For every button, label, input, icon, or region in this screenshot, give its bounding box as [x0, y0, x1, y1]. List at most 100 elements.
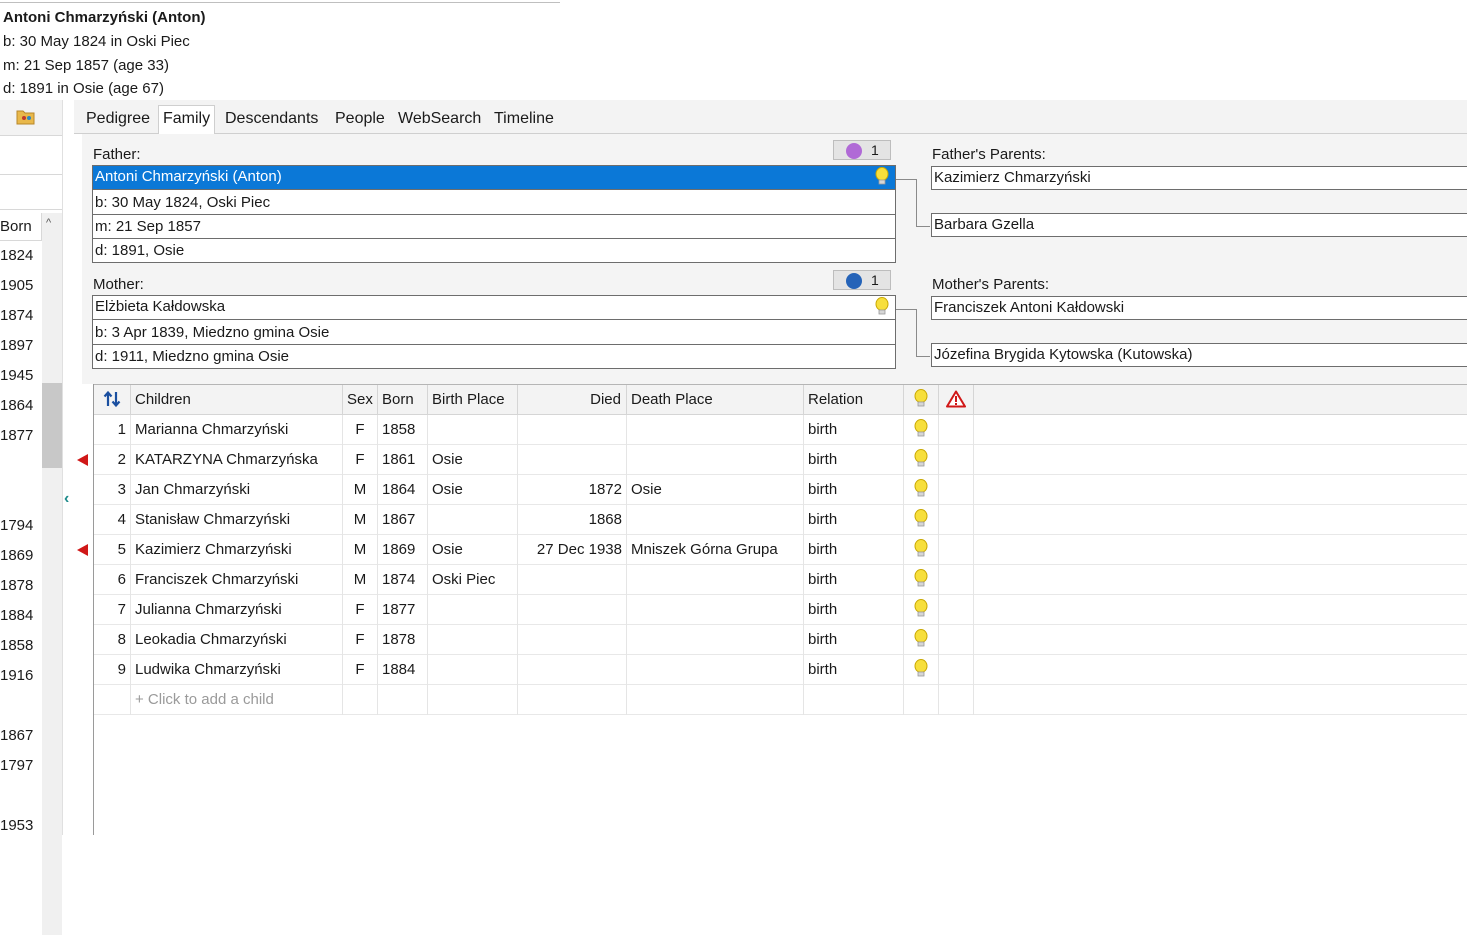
left-scrollbar[interactable]: ^ [42, 213, 62, 935]
list-item[interactable]: 1916 [0, 667, 33, 684]
lightbulb-icon[interactable] [914, 658, 928, 679]
table-row[interactable]: 6 Franciszek Chmarzyński M 1874 Oski Piec bir… [94, 565, 1467, 595]
list-item[interactable]: 1824 [0, 247, 33, 264]
lightbulb-icon[interactable] [914, 598, 928, 619]
left-born-header[interactable]: Born [0, 213, 42, 241]
list-item[interactable]: 1858 [0, 637, 33, 654]
child-hint[interactable] [904, 595, 939, 625]
connector-line [916, 226, 930, 227]
father-box[interactable]: Antoni Chmarzyński (Anton) b: 30 May 182… [92, 165, 896, 263]
mother-name[interactable]: Elżbieta Kałdowska [95, 298, 225, 315]
list-item[interactable]: 1905 [0, 277, 33, 294]
list-item[interactable]: 1953 [0, 817, 33, 834]
paternal-grandfather-box[interactable]: Kazimierz Chmarzyński [931, 166, 1467, 190]
child-name[interactable]: Stanisław Chmarzyński [131, 505, 343, 535]
scroll-up-icon[interactable]: ^ [46, 217, 51, 229]
header-died[interactable]: Died [518, 385, 627, 415]
summary-name: Antoni Chmarzyński (Anton) [3, 9, 206, 26]
child-died [518, 565, 627, 595]
header-children[interactable]: Children [131, 385, 343, 415]
table-row[interactable]: 3 Jan Chmarzyński M 1864 Osie 1872 Osie birth [94, 475, 1467, 505]
lightbulb-icon[interactable] [914, 628, 928, 649]
header-sex[interactable]: Sex [343, 385, 378, 415]
table-row[interactable]: 4 Stanisław Chmarzyński M 1867 1868 birth [94, 505, 1467, 535]
maternal-grandmother-box[interactable]: Józefina Brygida Kytowska (Kutowska) [931, 343, 1467, 367]
lightbulb-icon[interactable] [914, 538, 928, 559]
table-row[interactable]: 5 Kazimierz Chmarzyński M 1869 Osie 27 Dec 19… [94, 535, 1467, 565]
lightbulb-icon[interactable] [875, 167, 889, 187]
header-death-place[interactable]: Death Place [627, 385, 804, 415]
child-hint[interactable] [904, 565, 939, 595]
child-name[interactable]: Franciszek Chmarzyński [131, 565, 343, 595]
tab-timeline[interactable]: Timeline [494, 106, 554, 134]
child-hint[interactable] [904, 535, 939, 565]
tab-pedigree[interactable]: Pedigree [86, 106, 150, 134]
child-name[interactable]: KATARZYNA Chmarzyńska [131, 445, 343, 475]
child-name[interactable]: Leokadia Chmarzyński [131, 625, 343, 655]
panel-splitter[interactable] [62, 100, 74, 835]
list-item[interactable]: 1867 [0, 727, 33, 744]
list-item[interactable]: 1877 [0, 427, 33, 444]
add-child-row[interactable]: + Click to add a child [94, 685, 1467, 715]
header-born[interactable]: Born [378, 385, 428, 415]
list-item[interactable]: 1794 [0, 517, 33, 534]
tab-people[interactable]: People [335, 106, 385, 134]
child-hint[interactable] [904, 655, 939, 685]
table-row[interactable]: 9 Ludwika Chmarzyński F 1884 birth [94, 655, 1467, 685]
list-item[interactable]: 1874 [0, 307, 33, 324]
tab-descendants[interactable]: Descendants [225, 106, 318, 134]
child-name[interactable]: Ludwika Chmarzyński [131, 655, 343, 685]
list-item[interactable]: 1797 [0, 757, 33, 774]
left-spacer [0, 176, 64, 210]
father-name[interactable]: Antoni Chmarzyński (Anton) [95, 168, 282, 185]
lightbulb-icon[interactable] [914, 478, 928, 499]
paternal-grandmother-box[interactable]: Barbara Gzella [931, 213, 1467, 237]
add-child-link[interactable]: + Click to add a child [131, 685, 343, 715]
connector-line [916, 309, 917, 356]
tab-family[interactable]: Family [158, 105, 216, 135]
lightbulb-icon[interactable] [914, 448, 928, 469]
child-hint[interactable] [904, 505, 939, 535]
child-sex: F [343, 595, 378, 625]
lightbulb-icon[interactable] [875, 297, 889, 317]
left-filter-box[interactable] [0, 137, 64, 175]
people-list-panel: Born ^ 1824 1905 1874 1897 1945 1864 187… [0, 100, 74, 935]
table-row[interactable]: 7 Julianna Chmarzyński F 1877 birth [94, 595, 1467, 625]
list-item[interactable]: 1884 [0, 607, 33, 624]
child-hint[interactable] [904, 625, 939, 655]
mother-badge[interactable]: 1 [833, 270, 891, 290]
child-hint[interactable] [904, 475, 939, 505]
child-number: 3 [94, 475, 131, 505]
list-item[interactable]: 1869 [0, 547, 33, 564]
empty-cell [518, 685, 627, 715]
lightbulb-icon[interactable] [914, 568, 928, 589]
list-item[interactable]: 1897 [0, 337, 33, 354]
lightbulb-icon[interactable] [914, 508, 928, 529]
table-row[interactable]: 2 KATARZYNA Chmarzyńska F 1861 Osie birth [94, 445, 1467, 475]
list-item[interactable]: 1945 [0, 367, 33, 384]
scroll-thumb[interactable] [42, 383, 62, 468]
table-row[interactable]: 8 Leokadia Chmarzyński F 1878 birth [94, 625, 1467, 655]
child-name[interactable]: Julianna Chmarzyński [131, 595, 343, 625]
header-relation[interactable]: Relation [804, 385, 904, 415]
folder-icon[interactable] [16, 108, 36, 126]
mother-box[interactable]: Elżbieta Kałdowska b: 3 Apr 1839, Miedzn… [92, 295, 896, 369]
table-row[interactable]: 1 Marianna Chmarzyński F 1858 birth [94, 415, 1467, 445]
child-name[interactable]: Kazimierz Chmarzyński [131, 535, 343, 565]
lightbulb-icon[interactable] [914, 418, 928, 439]
child-name[interactable]: Jan Chmarzyński [131, 475, 343, 505]
collapse-chevron-icon[interactable]: ‹ [64, 490, 69, 508]
maternal-grandfather-box[interactable]: Franciszek Antoni Kałdowski [931, 296, 1467, 320]
child-name[interactable]: Marianna Chmarzyński [131, 415, 343, 445]
list-item[interactable]: 1864 [0, 397, 33, 414]
child-hint[interactable] [904, 445, 939, 475]
father-birth: b: 30 May 1824, Oski Piec [95, 194, 271, 211]
header-birth-place[interactable]: Birth Place [428, 385, 518, 415]
tab-websearch[interactable]: WebSearch [398, 106, 481, 134]
header-hints[interactable] [904, 385, 939, 415]
child-hint[interactable] [904, 415, 939, 445]
father-badge[interactable]: 1 [833, 140, 891, 160]
header-warnings[interactable] [939, 385, 974, 415]
list-item[interactable]: 1878 [0, 577, 33, 594]
sort-button[interactable] [94, 385, 131, 415]
